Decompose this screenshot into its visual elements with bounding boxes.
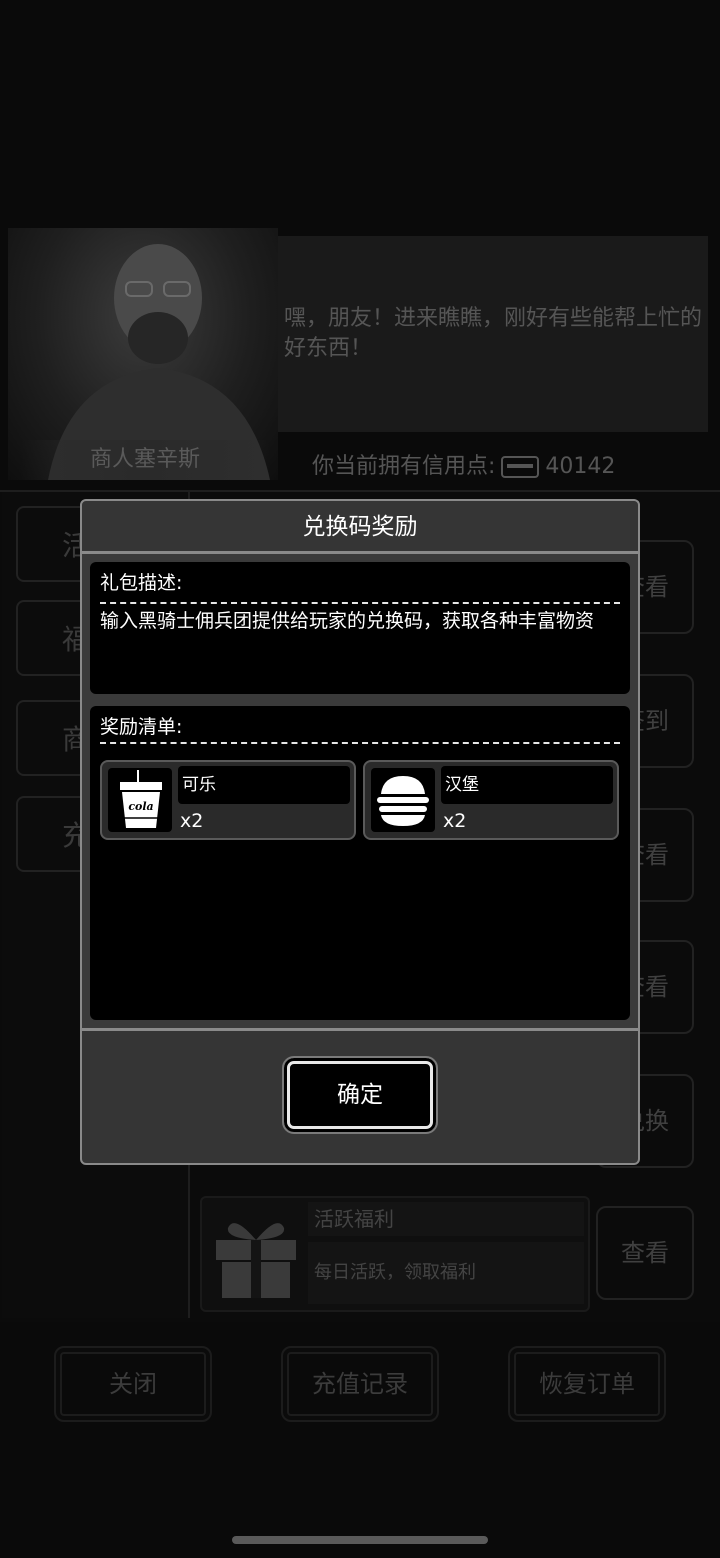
credits-label: 你当前拥有信用点: [312,454,496,479]
close-button[interactable]: 关闭 [54,1346,212,1422]
restore-order-button[interactable]: 恢复订单 [508,1346,666,1422]
burger-icon [371,768,435,832]
reward-item-burger[interactable]: 汉堡 x2 [363,760,619,840]
description-label: 礼包描述: [100,572,183,594]
credit-card-icon [501,456,540,478]
cola-label: cola [128,800,153,813]
reward-item-cola[interactable]: cola 可乐 x2 [100,760,356,840]
reward-name: 可乐 [178,766,350,804]
rewards-label: 奖励清单: [100,716,183,738]
welfare-title: 活跃福利 [308,1202,584,1236]
description-panel: 礼包描述: 输入黑骑士佣兵团提供给玩家的兑换码，获取各种丰富物资 [90,562,630,694]
recharge-history-button[interactable]: 充值记录 [281,1346,439,1422]
modal-footer-divider [82,1028,638,1031]
view-button-welfare[interactable]: 查看 [596,1206,694,1300]
reward-name: 汉堡 [441,766,613,804]
modal-title: 兑换码奖励 [302,514,418,540]
credits-display: 你当前拥有信用点: 40142 [312,448,615,480]
merchant-speech-text: 嘿，朋友！进来瞧瞧，刚好有些能帮上忙的好东西！ [284,306,703,361]
gift-icon [214,1210,298,1300]
rewards-panel: 奖励清单: cola 可乐 x2 汉堡 x2 [90,706,630,1020]
welfare-desc: 每日活跃，领取福利 [308,1242,584,1304]
dashed-divider [100,742,620,744]
credits-value: 40142 [545,454,616,479]
confirm-button[interactable]: 确定 [282,1056,438,1134]
description-text: 输入黑骑士佣兵团提供给玩家的兑换码，获取各种丰富物资 [100,610,595,632]
home-indicator[interactable] [232,1536,488,1544]
dashed-divider [100,602,620,604]
merchant-name: 商人塞辛斯 [20,440,270,480]
cola-icon: cola [108,768,172,832]
reward-quantity: x2 [443,810,467,832]
reward-quantity: x2 [180,810,204,832]
